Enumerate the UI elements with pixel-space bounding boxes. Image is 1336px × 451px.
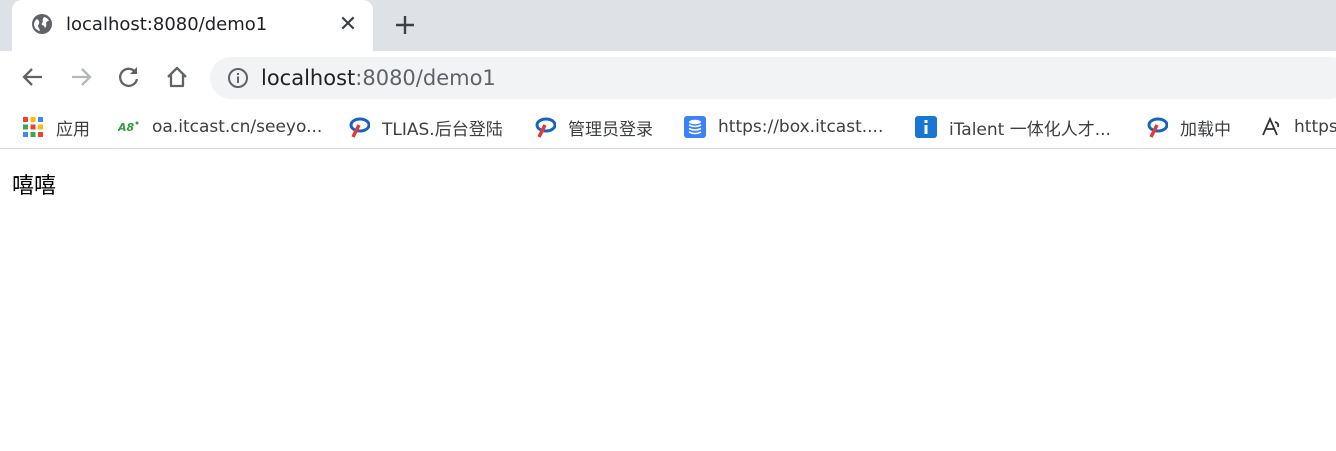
apps-grid-icon [23,117,43,137]
back-arrow-icon[interactable] [20,64,46,90]
bookmark-label: oa.itcast.cn/seeyo... [152,117,323,137]
info-icon[interactable] [227,67,249,89]
new-tab-icon[interactable] [392,12,418,38]
link-logo-icon [1262,116,1280,136]
bookmark-apps[interactable]: 应用 [22,114,90,140]
bookmark-label: https://box.itcast.... [718,117,884,137]
database-icon [684,116,706,138]
bookmark-label: https [1294,117,1336,137]
bookmark-label: 加载中 [1180,119,1231,140]
forward-arrow-icon[interactable] [68,64,94,90]
active-tab[interactable]: localhost:8080/demo1 ✕ [12,0,373,51]
info-badge-icon [915,116,937,138]
url-path: :8080/demo1 [355,66,496,90]
bookmark-admin-login[interactable]: 管理员登录 [534,114,653,140]
bookmarks-bar: 应用 A8 oa.itcast.cn/seeyo... TLIAS.后台登陆 管… [0,104,1336,149]
bookmark-oa-itcast[interactable]: A8 oa.itcast.cn/seeyo... [118,114,322,140]
svg-text:A8: A8 [118,121,135,134]
tab-strip: localhost:8080/demo1 ✕ [0,0,1336,51]
home-icon[interactable] [164,64,190,90]
bookmark-https[interactable]: https [1260,114,1336,140]
a8-logo-icon: A8 [118,121,139,134]
tlias-logo-icon [1147,117,1168,138]
bookmark-label: 管理员登录 [568,119,653,140]
bookmark-label: 应用 [56,119,90,140]
address-bar[interactable]: localhost:8080/demo1 [210,57,1336,99]
tlias-logo-icon [349,117,370,138]
url-text[interactable]: localhost:8080/demo1 [261,66,496,90]
bookmark-italent[interactable]: iTalent 一体化人才... [915,114,1111,140]
globe-icon [32,14,52,34]
bookmark-tlias[interactable]: TLIAS.后台登陆 [348,114,503,140]
bookmark-loading[interactable]: 加载中 [1146,114,1231,140]
tab-title: localhost:8080/demo1 [66,14,268,35]
page-text: 嘻嘻 [12,174,57,199]
close-tab-icon[interactable]: ✕ [337,14,359,36]
tlias-logo-icon [535,117,556,138]
bookmark-label: TLIAS.后台登陆 [382,119,503,140]
url-host: localhost [261,66,356,90]
bookmark-label: iTalent 一体化人才... [949,119,1111,140]
reload-icon[interactable] [116,64,142,90]
browser-toolbar: localhost:8080/demo1 [0,51,1336,104]
bookmark-box-itcast[interactable]: https://box.itcast.... [684,114,883,140]
